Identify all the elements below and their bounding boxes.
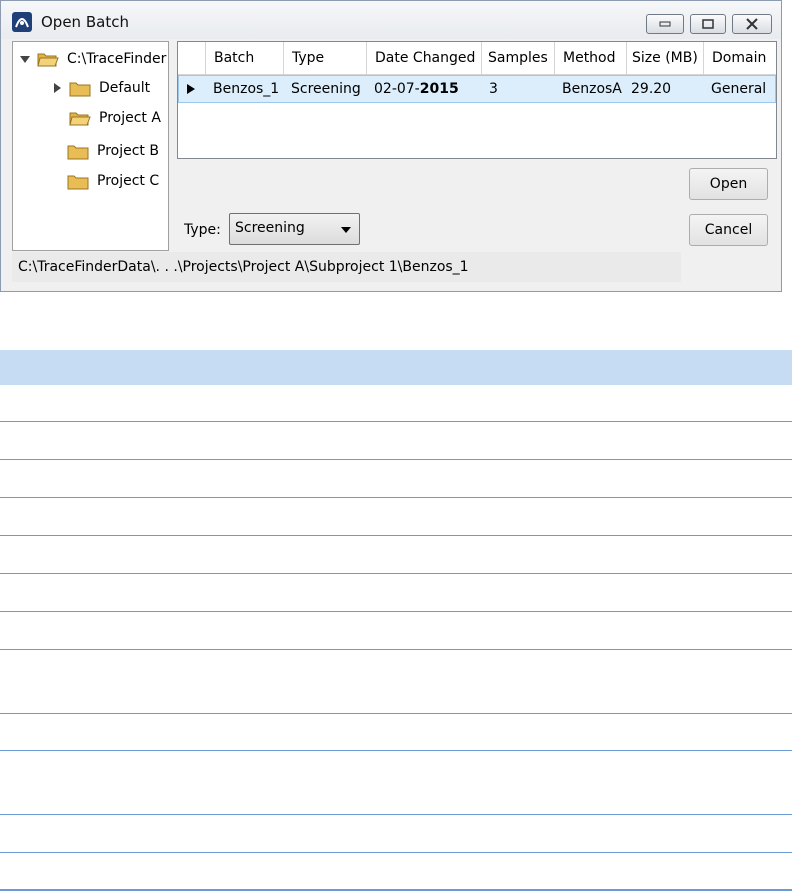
- tree-item-default[interactable]: Default: [51, 76, 150, 100]
- table-row: [0, 714, 792, 751]
- cell-date-changed[interactable]: 02-07-2015: [368, 76, 483, 102]
- tree-item-label: Default: [99, 80, 151, 96]
- cancel-button[interactable]: Cancel: [689, 214, 768, 246]
- table-row: [0, 815, 792, 853]
- table-row: [0, 650, 792, 714]
- folder-tree[interactable]: C:\TraceFinder Default Project A Project…: [12, 41, 169, 251]
- type-filter-value: Screening: [235, 220, 305, 236]
- column-header-domain[interactable]: Domain: [704, 42, 776, 74]
- table-row: [0, 536, 792, 574]
- date-prefix: 02-07-: [374, 81, 420, 97]
- cell-batch[interactable]: Benzos_1: [207, 76, 285, 102]
- table-row[interactable]: Benzos_1 Screening 02-07-2015 3 BenzosA …: [178, 75, 776, 103]
- date-year: 2015: [419, 81, 459, 97]
- table-row: [0, 612, 792, 650]
- app-logo-icon: [12, 12, 32, 32]
- table-row: [0, 422, 792, 460]
- column-header-batch[interactable]: Batch: [206, 42, 284, 74]
- cell-domain[interactable]: General: [705, 76, 776, 102]
- table-row: [0, 498, 792, 536]
- grid-header: Batch Type Date Changed Samples Method S…: [178, 42, 776, 75]
- column-header-method[interactable]: Method: [555, 42, 627, 74]
- cell-samples[interactable]: 3: [483, 76, 556, 102]
- tree-item-project-c[interactable]: Project C: [67, 169, 159, 193]
- row-header-column: [178, 42, 206, 74]
- column-header-type[interactable]: Type: [284, 42, 367, 74]
- selected-path: C:\TraceFinderData\. . .\Projects\Projec…: [18, 259, 469, 275]
- document-table: [0, 350, 792, 891]
- type-filter-dropdown[interactable]: Screening: [229, 213, 360, 245]
- table-row: [0, 751, 792, 815]
- title-bar[interactable]: Open Batch: [1, 1, 781, 39]
- tree-item-label: C:\TraceFinder: [67, 51, 167, 67]
- table-row: [0, 385, 792, 422]
- type-filter-label: Type:: [184, 222, 221, 238]
- table-row: [0, 853, 792, 891]
- current-row-arrow-icon: [187, 84, 195, 94]
- close-icon: [746, 18, 758, 30]
- maximize-button[interactable]: [690, 14, 726, 34]
- cell-method[interactable]: BenzosA: [556, 76, 628, 102]
- column-header-date-changed[interactable]: Date Changed: [367, 42, 482, 74]
- status-bar: C:\TraceFinderData\. . .\Projects\Projec…: [12, 252, 681, 282]
- window-title: Open Batch: [41, 13, 129, 31]
- tree-item-project-a[interactable]: Project A: [69, 106, 161, 130]
- cell-type[interactable]: Screening: [285, 76, 368, 102]
- chevron-down-icon: [341, 227, 351, 233]
- table-header-row: [0, 350, 792, 385]
- minimize-button[interactable]: [646, 14, 684, 34]
- batch-grid[interactable]: Batch Type Date Changed Samples Method S…: [177, 41, 777, 159]
- table-row: [0, 460, 792, 498]
- minimize-icon: [659, 21, 671, 27]
- tree-item-label: Project B: [97, 143, 159, 159]
- folder-icon: [69, 82, 91, 96]
- tree-item-label: Project C: [97, 173, 160, 189]
- open-batch-dialog: Open Batch C:\TraceFinder Default Projec…: [0, 0, 782, 292]
- tree-item-label: Project A: [99, 110, 161, 126]
- maximize-icon: [702, 19, 714, 29]
- folder-icon: [67, 145, 89, 159]
- column-header-size[interactable]: Size (MB): [627, 42, 704, 74]
- open-folder-icon: [37, 53, 59, 66]
- table-row: [0, 574, 792, 612]
- close-button[interactable]: [732, 14, 772, 34]
- collapsed-arrow-icon[interactable]: [51, 82, 63, 94]
- folder-icon: [67, 175, 89, 189]
- cell-size[interactable]: 29.20: [628, 76, 705, 102]
- open-button[interactable]: Open: [689, 168, 768, 200]
- open-folder-icon: [69, 112, 91, 125]
- column-header-samples[interactable]: Samples: [482, 42, 555, 74]
- tree-item-project-b[interactable]: Project B: [67, 139, 159, 163]
- expanded-arrow-icon[interactable]: [19, 53, 31, 65]
- tree-item-tracefinder[interactable]: C:\TraceFinder: [19, 47, 166, 71]
